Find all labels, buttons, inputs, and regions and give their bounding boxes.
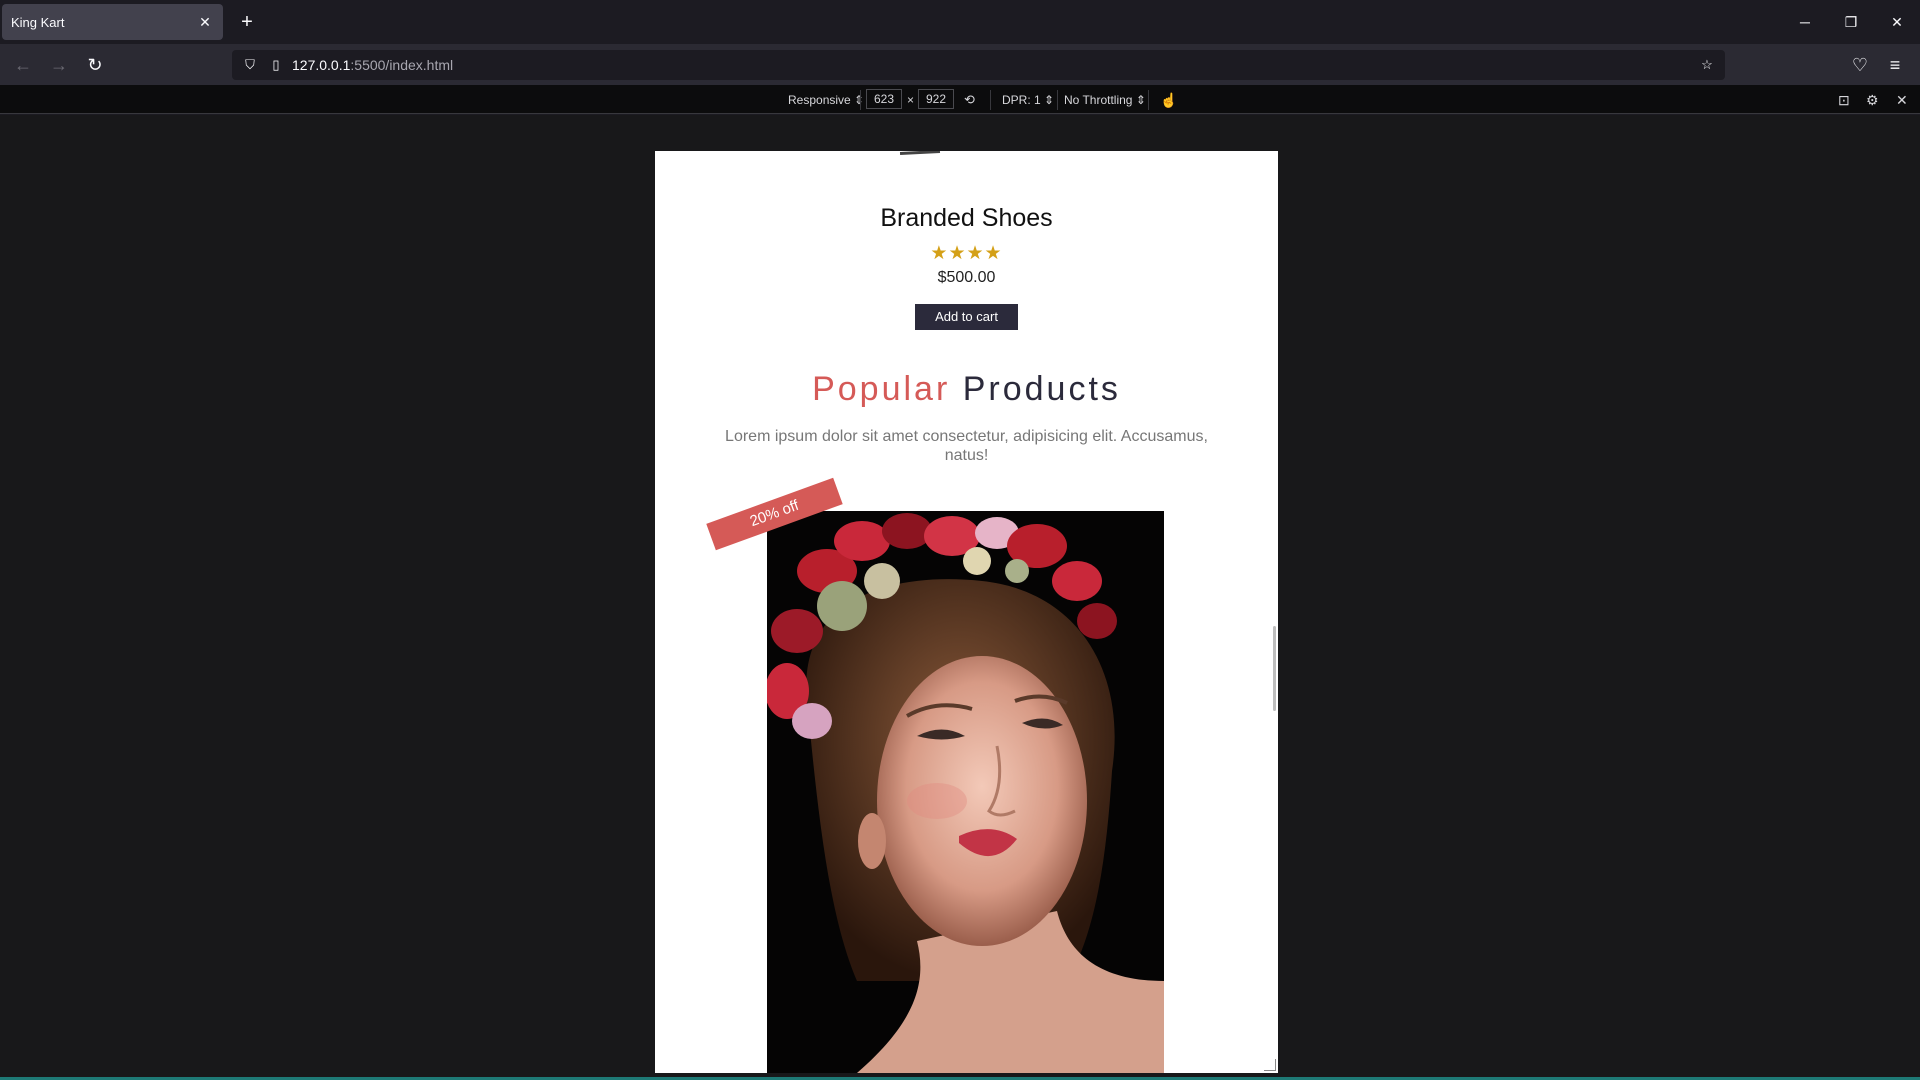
section-title: Popular Products <box>655 370 1278 409</box>
shield-icon[interactable]: ⛉ <box>242 57 258 73</box>
tab-bar: King Kart ✕ + ─ ❐ ✕ <box>0 0 1920 44</box>
menu-icon[interactable]: ≡ <box>1882 52 1908 78</box>
url-host: 127.0.0.1 <box>292 57 351 73</box>
minimize-icon[interactable]: ─ <box>1790 10 1820 34</box>
touch-simulation-icon[interactable]: ☝ <box>1160 90 1177 110</box>
throttling-selector[interactable]: No Throttling ⇕ <box>1064 90 1146 110</box>
close-window-icon[interactable]: ✕ <box>1882 10 1912 34</box>
dpr-label: DPR: 1 <box>1002 93 1041 107</box>
responsive-design-toolbar: Responsive ⇕ 623 × 922 ⟲ DPR: 1 ⇕ No Thr… <box>0 85 1920 114</box>
new-tab-icon[interactable]: + <box>235 10 259 34</box>
resize-handle[interactable] <box>1264 1059 1276 1071</box>
viewport-width-input[interactable]: 623 <box>866 89 902 109</box>
page-icon: ▯ <box>272 57 280 72</box>
portrait-photo <box>767 511 1164 1073</box>
screenshot-icon[interactable]: ⊡ <box>1838 90 1850 110</box>
product-image[interactable] <box>767 511 1164 1073</box>
product-title: Branded Shoes <box>880 204 1053 232</box>
device-label: Responsive <box>788 93 851 107</box>
dimension-separator: × <box>907 93 915 107</box>
device-selector[interactable]: Responsive ⇕ <box>788 90 864 110</box>
tab-title: King Kart <box>11 14 65 30</box>
pocket-icon[interactable]: ♡ <box>1847 52 1873 78</box>
viewport-height-input[interactable]: 922 <box>918 89 954 109</box>
close-rdm-icon[interactable]: ✕ <box>1896 90 1908 110</box>
settings-gear-icon[interactable]: ⚙ <box>1866 90 1879 110</box>
dpr-selector[interactable]: DPR: 1 ⇕ <box>1002 90 1054 110</box>
throttling-label: No Throttling <box>1064 93 1133 107</box>
rdm-stage: Branded Shoes ★★★★ $500.00 Add to cart P… <box>0 115 1920 1080</box>
tab-king-kart[interactable]: King Kart ✕ <box>2 4 223 40</box>
reload-icon[interactable]: ↻ <box>82 52 108 78</box>
separator <box>860 90 861 110</box>
url-path: :5500/index.html <box>350 57 454 73</box>
url-bar[interactable]: ⛉ ▯ 127.0.0.1 :5500/index.html ☆ <box>232 50 1725 80</box>
scrollbar[interactable] <box>1273 626 1276 711</box>
rotate-icon[interactable]: ⟲ <box>964 90 975 110</box>
rating-stars: ★★★★ <box>930 243 1003 264</box>
close-icon[interactable]: ✕ <box>196 13 214 31</box>
separator <box>990 90 991 110</box>
navigation-bar: ← → ↻ ⛉ ▯ 127.0.0.1 :5500/index.html ☆ ♡… <box>0 44 1920 85</box>
section-title-rest: Products <box>962 370 1121 408</box>
separator <box>1148 90 1149 110</box>
back-icon[interactable]: ← <box>10 52 36 78</box>
previous-product-edge <box>899 151 941 156</box>
restore-icon[interactable]: ❐ <box>1836 10 1866 34</box>
section-title-accent: Popular <box>812 370 951 408</box>
section-description: Lorem ipsum dolor sit amet consectetur, … <box>725 428 1208 464</box>
forward-icon[interactable]: → <box>46 52 72 78</box>
bookmark-star-icon[interactable]: ☆ <box>1699 57 1715 73</box>
separator <box>1057 90 1058 110</box>
add-to-cart-button[interactable]: Add to cart <box>915 304 1018 330</box>
product-price: $500.00 <box>937 269 996 286</box>
emulated-viewport[interactable]: Branded Shoes ★★★★ $500.00 Add to cart P… <box>655 151 1278 1073</box>
